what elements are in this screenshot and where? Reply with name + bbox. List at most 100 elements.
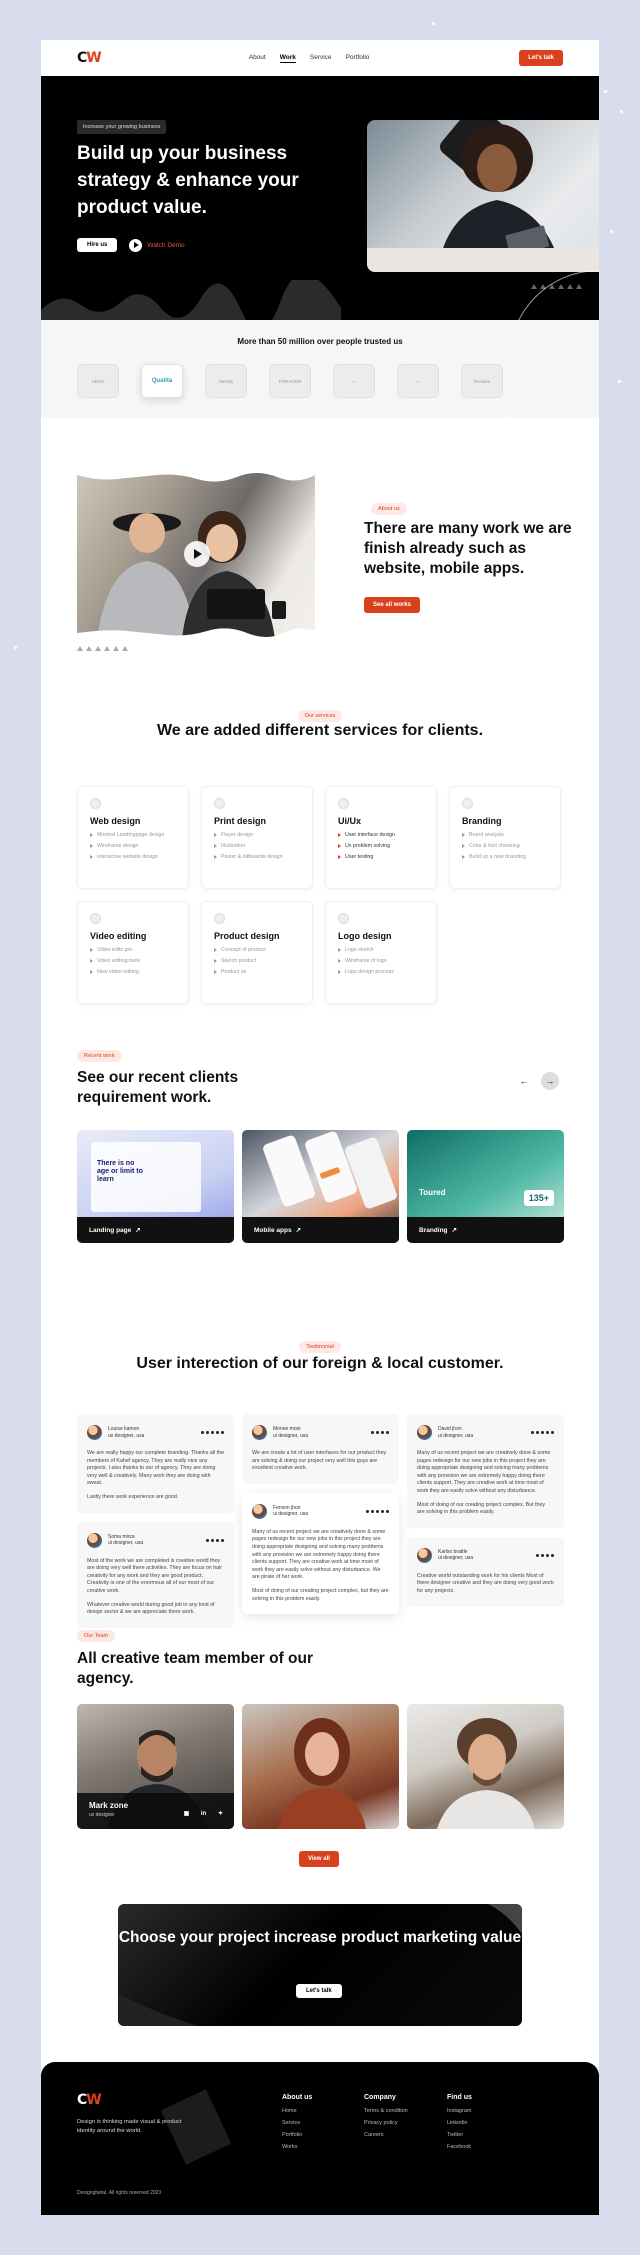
- work-card-landing-page[interactable]: There is no age or limit to learn Landin…: [77, 1130, 234, 1243]
- client-logo[interactable]: Reclaim: [461, 364, 503, 398]
- hero-wave-decoration: [41, 280, 341, 320]
- footer-link[interactable]: Careers: [364, 2132, 408, 2138]
- client-logo[interactable]: FORAGER: [269, 364, 311, 398]
- service-card-branding[interactable]: Branding Brand analysis Color & font cho…: [449, 786, 561, 889]
- arrow-left-icon[interactable]: ←: [515, 1072, 533, 1090]
- service-card-product-design[interactable]: Product design Concept of product Sketch…: [201, 901, 313, 1004]
- recent-work-cards: There is no age or limit to learn Landin…: [77, 1130, 564, 1243]
- service-card-logo-design[interactable]: Logo design Logo sketch Wireframe of log…: [325, 901, 437, 1004]
- rating-dots: [366, 1509, 389, 1513]
- testimonial-column: Monee mooi ui designer, usa We are create…: [242, 1414, 399, 1615]
- instagram-icon[interactable]: ▣: [183, 1810, 190, 1817]
- work-card-label: Branding ↗: [407, 1217, 564, 1243]
- reviewer-role: ui designer, usa: [108, 1540, 144, 1547]
- testimonial-text: Whatever creative world during good job …: [87, 1601, 215, 1616]
- footer-link[interactable]: Portfolio: [282, 2132, 312, 2138]
- footer-link[interactable]: Facebook: [447, 2144, 472, 2150]
- hire-us-button[interactable]: Hire us: [77, 238, 118, 252]
- lets-talk-button[interactable]: Let's talk: [519, 50, 563, 66]
- about-us-pill: About us: [371, 503, 407, 515]
- nav-link-service[interactable]: Service: [310, 54, 332, 63]
- service-item: Flayer design: [214, 832, 300, 838]
- testimonial-card-featured: Fenson jhon ui designer, usa Many of us r…: [242, 1492, 399, 1615]
- team-member-card[interactable]: [407, 1704, 564, 1829]
- work-card-label: Landing page ↗: [77, 1217, 234, 1243]
- team-member-card[interactable]: Mark zone ux designer ▣ in ✦: [77, 1704, 234, 1829]
- work-card-mobile-apps[interactable]: Mobile apps ↗: [242, 1130, 399, 1243]
- client-logo[interactable]: —: [333, 364, 375, 398]
- client-logo[interactable]: Nativity: [205, 364, 247, 398]
- team-member-card[interactable]: [242, 1704, 399, 1829]
- service-item: Sketch product: [214, 958, 300, 964]
- footer-column-title: Find us: [447, 2094, 472, 2101]
- cta-lets-talk-button[interactable]: Let's talk: [296, 1984, 342, 1998]
- services-grid: Web design Minimal Landingpage design Wi…: [77, 786, 567, 1004]
- service-card-print-design[interactable]: Print design Flayer design Illustration …: [201, 786, 313, 889]
- footer-column-about: About us Home Service Portfolio Works: [282, 2094, 312, 2156]
- client-logo[interactable]: HEXO: [77, 364, 119, 398]
- about-triangle-decoration: [77, 646, 128, 651]
- rating-dots: [531, 1431, 554, 1434]
- footer-logo[interactable]: CW: [77, 2092, 102, 2108]
- watch-demo-link[interactable]: Watch Demo: [129, 238, 185, 252]
- service-name: Branding: [462, 816, 502, 826]
- testimonial-card: Louise kamon ux designer, usa We are real…: [77, 1414, 234, 1513]
- footer-link[interactable]: Linkedin: [447, 2120, 472, 2126]
- work-card-label: Mobile apps ↗: [242, 1217, 399, 1243]
- team-title: All creative team member of our agency.: [77, 1650, 314, 1687]
- testimonial-text: We are create a lot of user interfaces f…: [252, 1450, 387, 1472]
- rating-dots: [371, 1431, 389, 1434]
- arrow-up-right-icon: ↗: [451, 1227, 457, 1234]
- footer-link[interactable]: Twitter: [447, 2132, 472, 2138]
- reviewer-role: ux designer, usa: [108, 1432, 145, 1439]
- service-card-video-editing[interactable]: Video editing Video editz pro Video edit…: [77, 901, 189, 1004]
- service-item: Concept of product: [214, 947, 300, 953]
- avatar: [417, 1547, 432, 1563]
- user-icon: [338, 798, 349, 809]
- reviewer-name: Louise kamon: [108, 1426, 140, 1432]
- arrow-right-icon[interactable]: →: [541, 1072, 559, 1090]
- testimonial-title: User interection of our foreign & local …: [136, 1355, 504, 1372]
- arrow-up-right-icon: ↗: [295, 1227, 302, 1234]
- footer-link[interactable]: Service: [282, 2120, 312, 2126]
- see-all-works-button[interactable]: See all works: [364, 597, 421, 613]
- watch-demo-label: Watch Demo: [147, 241, 185, 249]
- video-play-button[interactable]: [184, 541, 210, 567]
- footer-link[interactable]: Home: [282, 2108, 312, 2114]
- mockup-headline: There is no age or limit to learn: [97, 1160, 143, 1183]
- testimonial-text: Many of us recent project we are creativ…: [252, 1528, 386, 1581]
- footer-link[interactable]: Privacy policy: [364, 2120, 408, 2126]
- service-item: Logo design process: [338, 969, 424, 975]
- service-card-ui-ux[interactable]: Ui/Ux User interface design Ux problem s…: [325, 786, 437, 889]
- nav-link-portfolio[interactable]: Portfolio: [346, 54, 370, 63]
- client-logo[interactable]: Qualita: [141, 364, 183, 398]
- footer-link[interactable]: Works: [282, 2144, 312, 2150]
- service-item: Video editz pro: [90, 947, 176, 953]
- about-video-thumbnail[interactable]: [77, 471, 315, 639]
- footer-link[interactable]: Terms & condition: [364, 2108, 408, 2114]
- hero-title: Build up your business strategy & enhanc…: [77, 143, 299, 218]
- view-all-button[interactable]: View all: [299, 1851, 339, 1867]
- service-card-web-design[interactable]: Web design Minimal Landingpage design Wi…: [77, 786, 189, 889]
- our-team-pill: Our Team: [77, 1630, 116, 1642]
- background-star: [432, 22, 435, 25]
- team-member-photo: [437, 1718, 535, 1829]
- branding-mockup-text: Toured: [419, 1188, 446, 1197]
- service-name: Ui/Ux: [338, 816, 362, 826]
- work-card-branding[interactable]: Toured 135+ Branding ↗: [407, 1130, 564, 1243]
- footer-link[interactable]: Instagram: [447, 2108, 472, 2114]
- rating-dots: [536, 1553, 554, 1557]
- client-logo[interactable]: —: [397, 364, 439, 398]
- avatar: [87, 1425, 102, 1440]
- service-item: User interface design: [338, 832, 424, 838]
- avatar: [417, 1425, 432, 1440]
- printer-icon: [214, 798, 225, 809]
- nav-link-work[interactable]: Work: [279, 54, 296, 63]
- brand-logo[interactable]: CW: [77, 50, 102, 66]
- hero-person-illustration: [367, 124, 599, 272]
- twitter-icon[interactable]: ✦: [217, 1810, 224, 1817]
- reviewer-role: ui designer, usa: [438, 1432, 474, 1439]
- nav-link-about[interactable]: About: [249, 54, 266, 63]
- recent-work-title: See our recent clients requirement work.: [77, 1069, 239, 1106]
- linkedin-icon[interactable]: in: [200, 1810, 207, 1817]
